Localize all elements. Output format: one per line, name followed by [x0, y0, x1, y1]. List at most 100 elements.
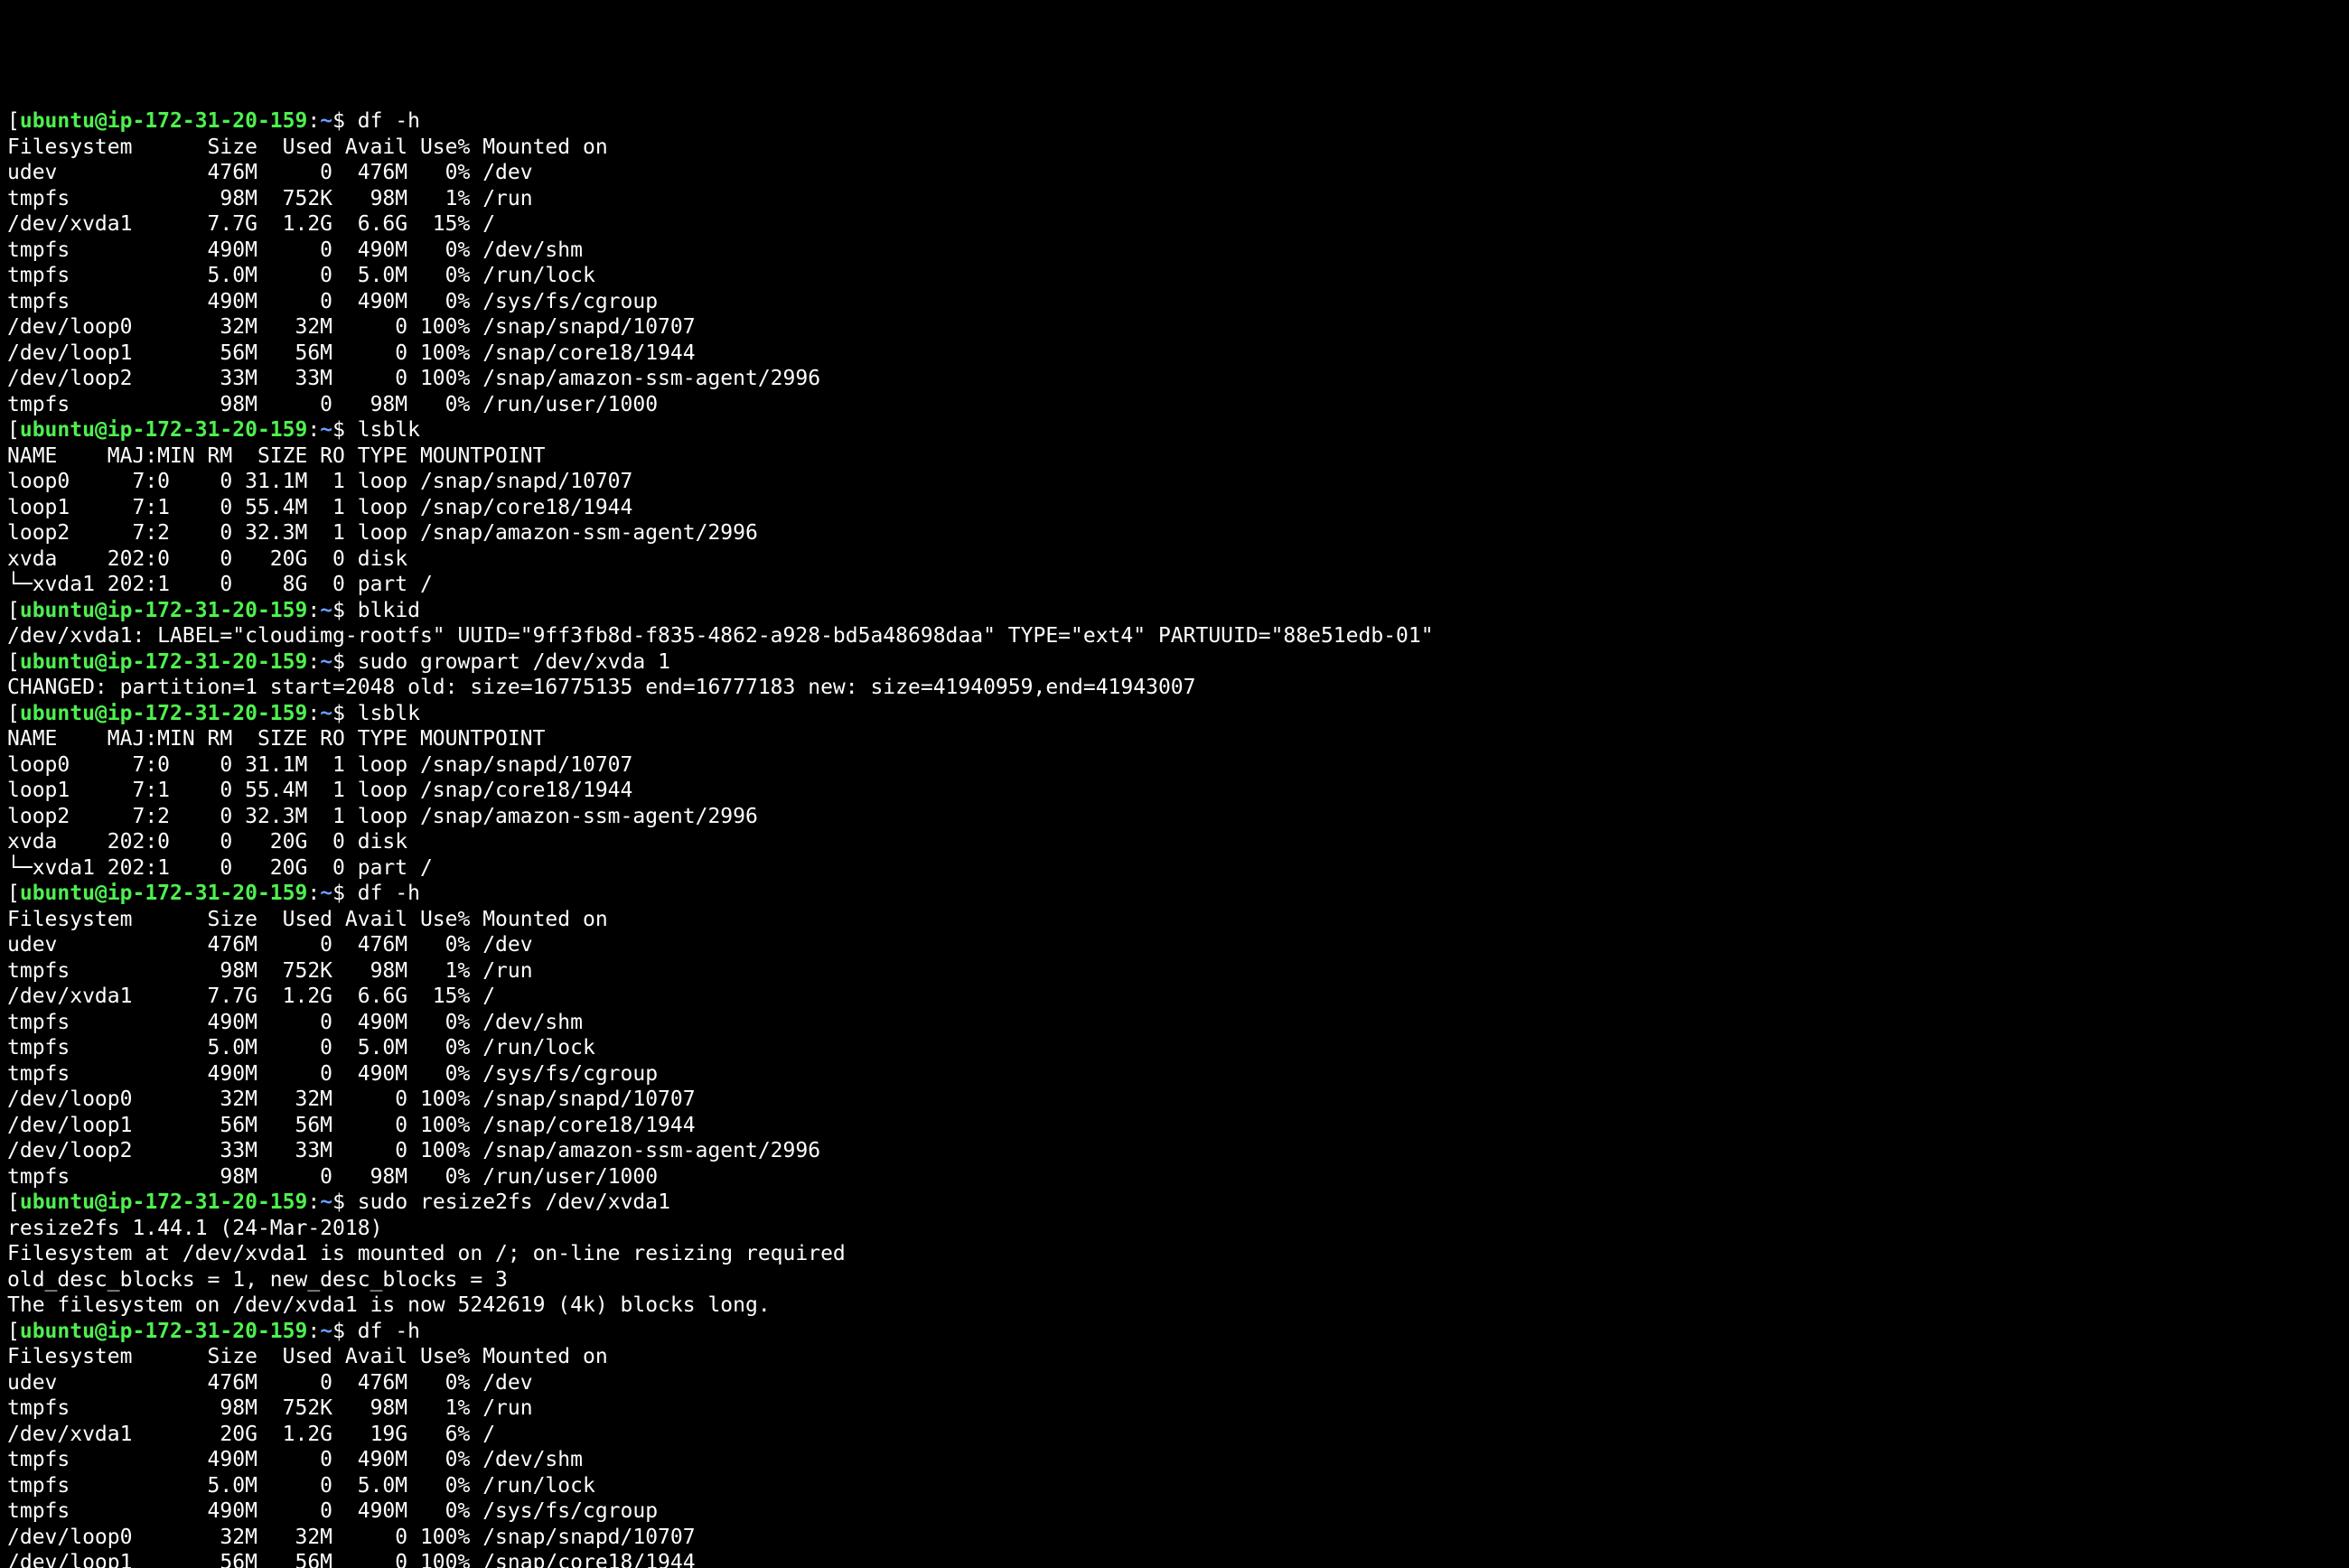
output-line: old_desc_blocks = 1, new_desc_blocks = 3	[7, 1267, 2342, 1293]
prompt-line[interactable]: [ubuntu@ip-172-31-20-159:~$ df -h	[7, 881, 2342, 907]
output-line: tmpfs 490M 0 490M 0% /dev/shm	[7, 238, 2342, 264]
output-line: /dev/loop2 33M 33M 0 100% /snap/amazon-s…	[7, 366, 2342, 392]
prompt-user-host: ubuntu@ip-172-31-20-159	[20, 1190, 308, 1214]
prompt-cwd: ~	[320, 418, 332, 442]
prompt-colon: :	[307, 650, 320, 674]
command-text: lsblk	[358, 702, 420, 725]
prompt-line[interactable]: [ubuntu@ip-172-31-20-159:~$ lsblk	[7, 417, 2342, 443]
prompt-line[interactable]: [ubuntu@ip-172-31-20-159:~$ sudo resize2…	[7, 1190, 2342, 1216]
output-line: /dev/loop1 56M 56M 0 100% /snap/core18/1…	[7, 1550, 2342, 1568]
prompt-colon: :	[307, 1190, 320, 1214]
prompt-dollar: $	[332, 702, 358, 725]
command-text: blkid	[358, 599, 420, 622]
command-text: sudo growpart /dev/xvda 1	[358, 650, 670, 674]
prompt-line[interactable]: [ubuntu@ip-172-31-20-159:~$ sudo growpar…	[7, 649, 2342, 676]
output-line: tmpfs 98M 752K 98M 1% /run	[7, 1395, 2342, 1422]
output-line: udev 476M 0 476M 0% /dev	[7, 1370, 2342, 1396]
output-line: tmpfs 5.0M 0 5.0M 0% /run/lock	[7, 263, 2342, 289]
output-line: udev 476M 0 476M 0% /dev	[7, 160, 2342, 186]
output-line: tmpfs 98M 752K 98M 1% /run	[7, 186, 2342, 212]
prompt-cwd: ~	[320, 1320, 332, 1343]
prompt-bracket: [	[7, 650, 20, 674]
prompt-user-host: ubuntu@ip-172-31-20-159	[20, 599, 308, 622]
output-line: /dev/loop0 32M 32M 0 100% /snap/snapd/10…	[7, 1087, 2342, 1113]
output-line: Filesystem Size Used Avail Use% Mounted …	[7, 135, 2342, 161]
output-line: tmpfs 98M 752K 98M 1% /run	[7, 958, 2342, 985]
output-line: udev 476M 0 476M 0% /dev	[7, 932, 2342, 958]
prompt-user-host: ubuntu@ip-172-31-20-159	[20, 1320, 308, 1343]
prompt-cwd: ~	[320, 882, 332, 905]
prompt-colon: :	[307, 109, 320, 133]
prompt-line[interactable]: [ubuntu@ip-172-31-20-159:~$ lsblk	[7, 701, 2342, 727]
output-line: └─xvda1 202:1 0 8G 0 part /	[7, 572, 2342, 598]
prompt-bracket: [	[7, 882, 20, 905]
prompt-line[interactable]: [ubuntu@ip-172-31-20-159:~$ blkid	[7, 598, 2342, 624]
prompt-colon: :	[307, 702, 320, 725]
output-line: /dev/loop0 32M 32M 0 100% /snap/snapd/10…	[7, 1525, 2342, 1551]
output-line: loop2 7:2 0 32.3M 1 loop /snap/amazon-ss…	[7, 520, 2342, 546]
prompt-dollar: $	[332, 1190, 358, 1214]
prompt-user-host: ubuntu@ip-172-31-20-159	[20, 109, 308, 133]
output-line: tmpfs 490M 0 490M 0% /sys/fs/cgroup	[7, 1061, 2342, 1087]
output-line: xvda 202:0 0 20G 0 disk	[7, 829, 2342, 855]
output-line: NAME MAJ:MIN RM SIZE RO TYPE MOUNTPOINT	[7, 443, 2342, 470]
output-line: CHANGED: partition=1 start=2048 old: siz…	[7, 675, 2342, 701]
prompt-dollar: $	[332, 418, 358, 442]
output-line: tmpfs 5.0M 0 5.0M 0% /run/lock	[7, 1035, 2342, 1061]
output-line: resize2fs 1.44.1 (24-Mar-2018)	[7, 1216, 2342, 1242]
prompt-dollar: $	[332, 109, 358, 133]
output-line: loop0 7:0 0 31.1M 1 loop /snap/snapd/107…	[7, 469, 2342, 495]
prompt-cwd: ~	[320, 650, 332, 674]
output-line: /dev/xvda1 20G 1.2G 19G 6% /	[7, 1422, 2342, 1448]
prompt-cwd: ~	[320, 599, 332, 622]
prompt-bracket: [	[7, 418, 20, 442]
prompt-bracket: [	[7, 109, 20, 133]
command-text: df -h	[358, 1320, 420, 1343]
output-line: /dev/xvda1 7.7G 1.2G 6.6G 15% /	[7, 211, 2342, 238]
prompt-dollar: $	[332, 1320, 358, 1343]
output-line: loop1 7:1 0 55.4M 1 loop /snap/core18/19…	[7, 778, 2342, 804]
output-line: /dev/loop2 33M 33M 0 100% /snap/amazon-s…	[7, 1138, 2342, 1164]
output-line: tmpfs 490M 0 490M 0% /dev/shm	[7, 1447, 2342, 1473]
prompt-user-host: ubuntu@ip-172-31-20-159	[20, 418, 308, 442]
prompt-line[interactable]: [ubuntu@ip-172-31-20-159:~$ df -h	[7, 1319, 2342, 1345]
prompt-bracket: [	[7, 599, 20, 622]
output-line: loop0 7:0 0 31.1M 1 loop /snap/snapd/107…	[7, 752, 2342, 779]
prompt-user-host: ubuntu@ip-172-31-20-159	[20, 702, 308, 725]
command-text: sudo resize2fs /dev/xvda1	[358, 1190, 670, 1214]
prompt-bracket: [	[7, 1320, 20, 1343]
output-line: loop1 7:1 0 55.4M 1 loop /snap/core18/19…	[7, 495, 2342, 521]
prompt-colon: :	[307, 1320, 320, 1343]
prompt-colon: :	[307, 882, 320, 905]
terminal-viewport[interactable]: [ubuntu@ip-172-31-20-159:~$ df -hFilesys…	[7, 108, 2342, 1568]
command-text: df -h	[358, 882, 420, 905]
output-line: /dev/loop1 56M 56M 0 100% /snap/core18/1…	[7, 1113, 2342, 1139]
output-line: tmpfs 490M 0 490M 0% /sys/fs/cgroup	[7, 289, 2342, 315]
prompt-dollar: $	[332, 599, 358, 622]
output-line: /dev/xvda1 7.7G 1.2G 6.6G 15% /	[7, 984, 2342, 1010]
output-line: tmpfs 98M 0 98M 0% /run/user/1000	[7, 392, 2342, 418]
output-line: /dev/loop1 56M 56M 0 100% /snap/core18/1…	[7, 341, 2342, 367]
prompt-colon: :	[307, 418, 320, 442]
output-line: loop2 7:2 0 32.3M 1 loop /snap/amazon-ss…	[7, 804, 2342, 830]
output-line: tmpfs 98M 0 98M 0% /run/user/1000	[7, 1164, 2342, 1190]
prompt-bracket: [	[7, 1190, 20, 1214]
output-line: /dev/loop0 32M 32M 0 100% /snap/snapd/10…	[7, 314, 2342, 341]
output-line: Filesystem Size Used Avail Use% Mounted …	[7, 1344, 2342, 1370]
prompt-line[interactable]: [ubuntu@ip-172-31-20-159:~$ df -h	[7, 108, 2342, 135]
output-line: Filesystem Size Used Avail Use% Mounted …	[7, 907, 2342, 933]
output-line: /dev/xvda1: LABEL="cloudimg-rootfs" UUID…	[7, 623, 2342, 649]
output-line: xvda 202:0 0 20G 0 disk	[7, 546, 2342, 573]
prompt-cwd: ~	[320, 1190, 332, 1214]
output-line: The filesystem on /dev/xvda1 is now 5242…	[7, 1293, 2342, 1319]
output-line: tmpfs 490M 0 490M 0% /sys/fs/cgroup	[7, 1498, 2342, 1525]
prompt-cwd: ~	[320, 109, 332, 133]
output-line: tmpfs 5.0M 0 5.0M 0% /run/lock	[7, 1473, 2342, 1499]
command-text: lsblk	[358, 418, 420, 442]
output-line: Filesystem at /dev/xvda1 is mounted on /…	[7, 1241, 2342, 1267]
output-line: └─xvda1 202:1 0 20G 0 part /	[7, 855, 2342, 882]
command-text: df -h	[358, 109, 420, 133]
prompt-cwd: ~	[320, 702, 332, 725]
output-line: tmpfs 490M 0 490M 0% /dev/shm	[7, 1010, 2342, 1036]
prompt-dollar: $	[332, 882, 358, 905]
